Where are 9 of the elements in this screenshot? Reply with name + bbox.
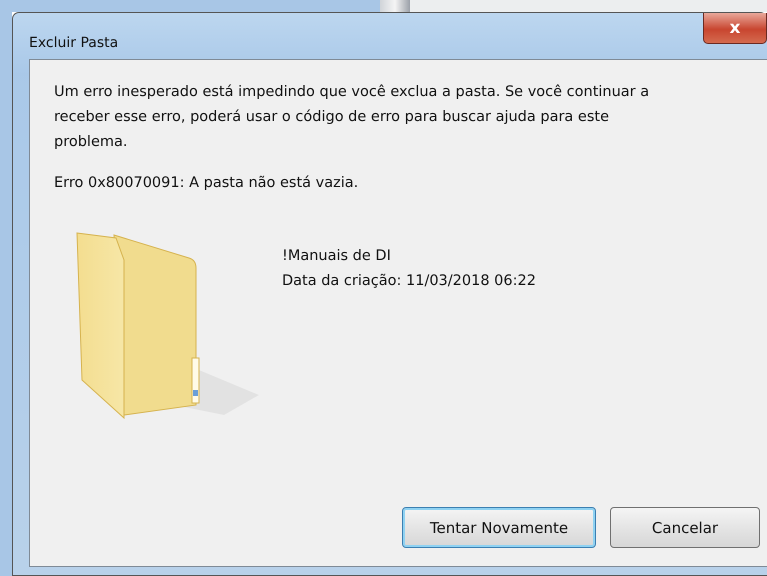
creation-date: Data da criação: 11/03/2018 06:22 — [282, 272, 536, 291]
scrollbar — [380, 0, 410, 12]
folder-name: !Manuais de DI — [282, 247, 392, 266]
error-message: Um erro inesperado está impedindo que você exclua a pasta. Se você continuar a receber esse erro, poderá usar o código de erro para buscar ajuda para este problema. — [54, 83, 650, 152]
window-title: Excluir Pasta — [29, 35, 118, 51]
dialog-button[interactable]: Cancelar — [610, 507, 760, 548]
close-button[interactable]: x — [703, 13, 767, 44]
error-code: Erro 0x80070091: A pasta não está vazia. — [54, 174, 360, 193]
dialog-button[interactable]: Tentar Novamente — [402, 507, 596, 548]
